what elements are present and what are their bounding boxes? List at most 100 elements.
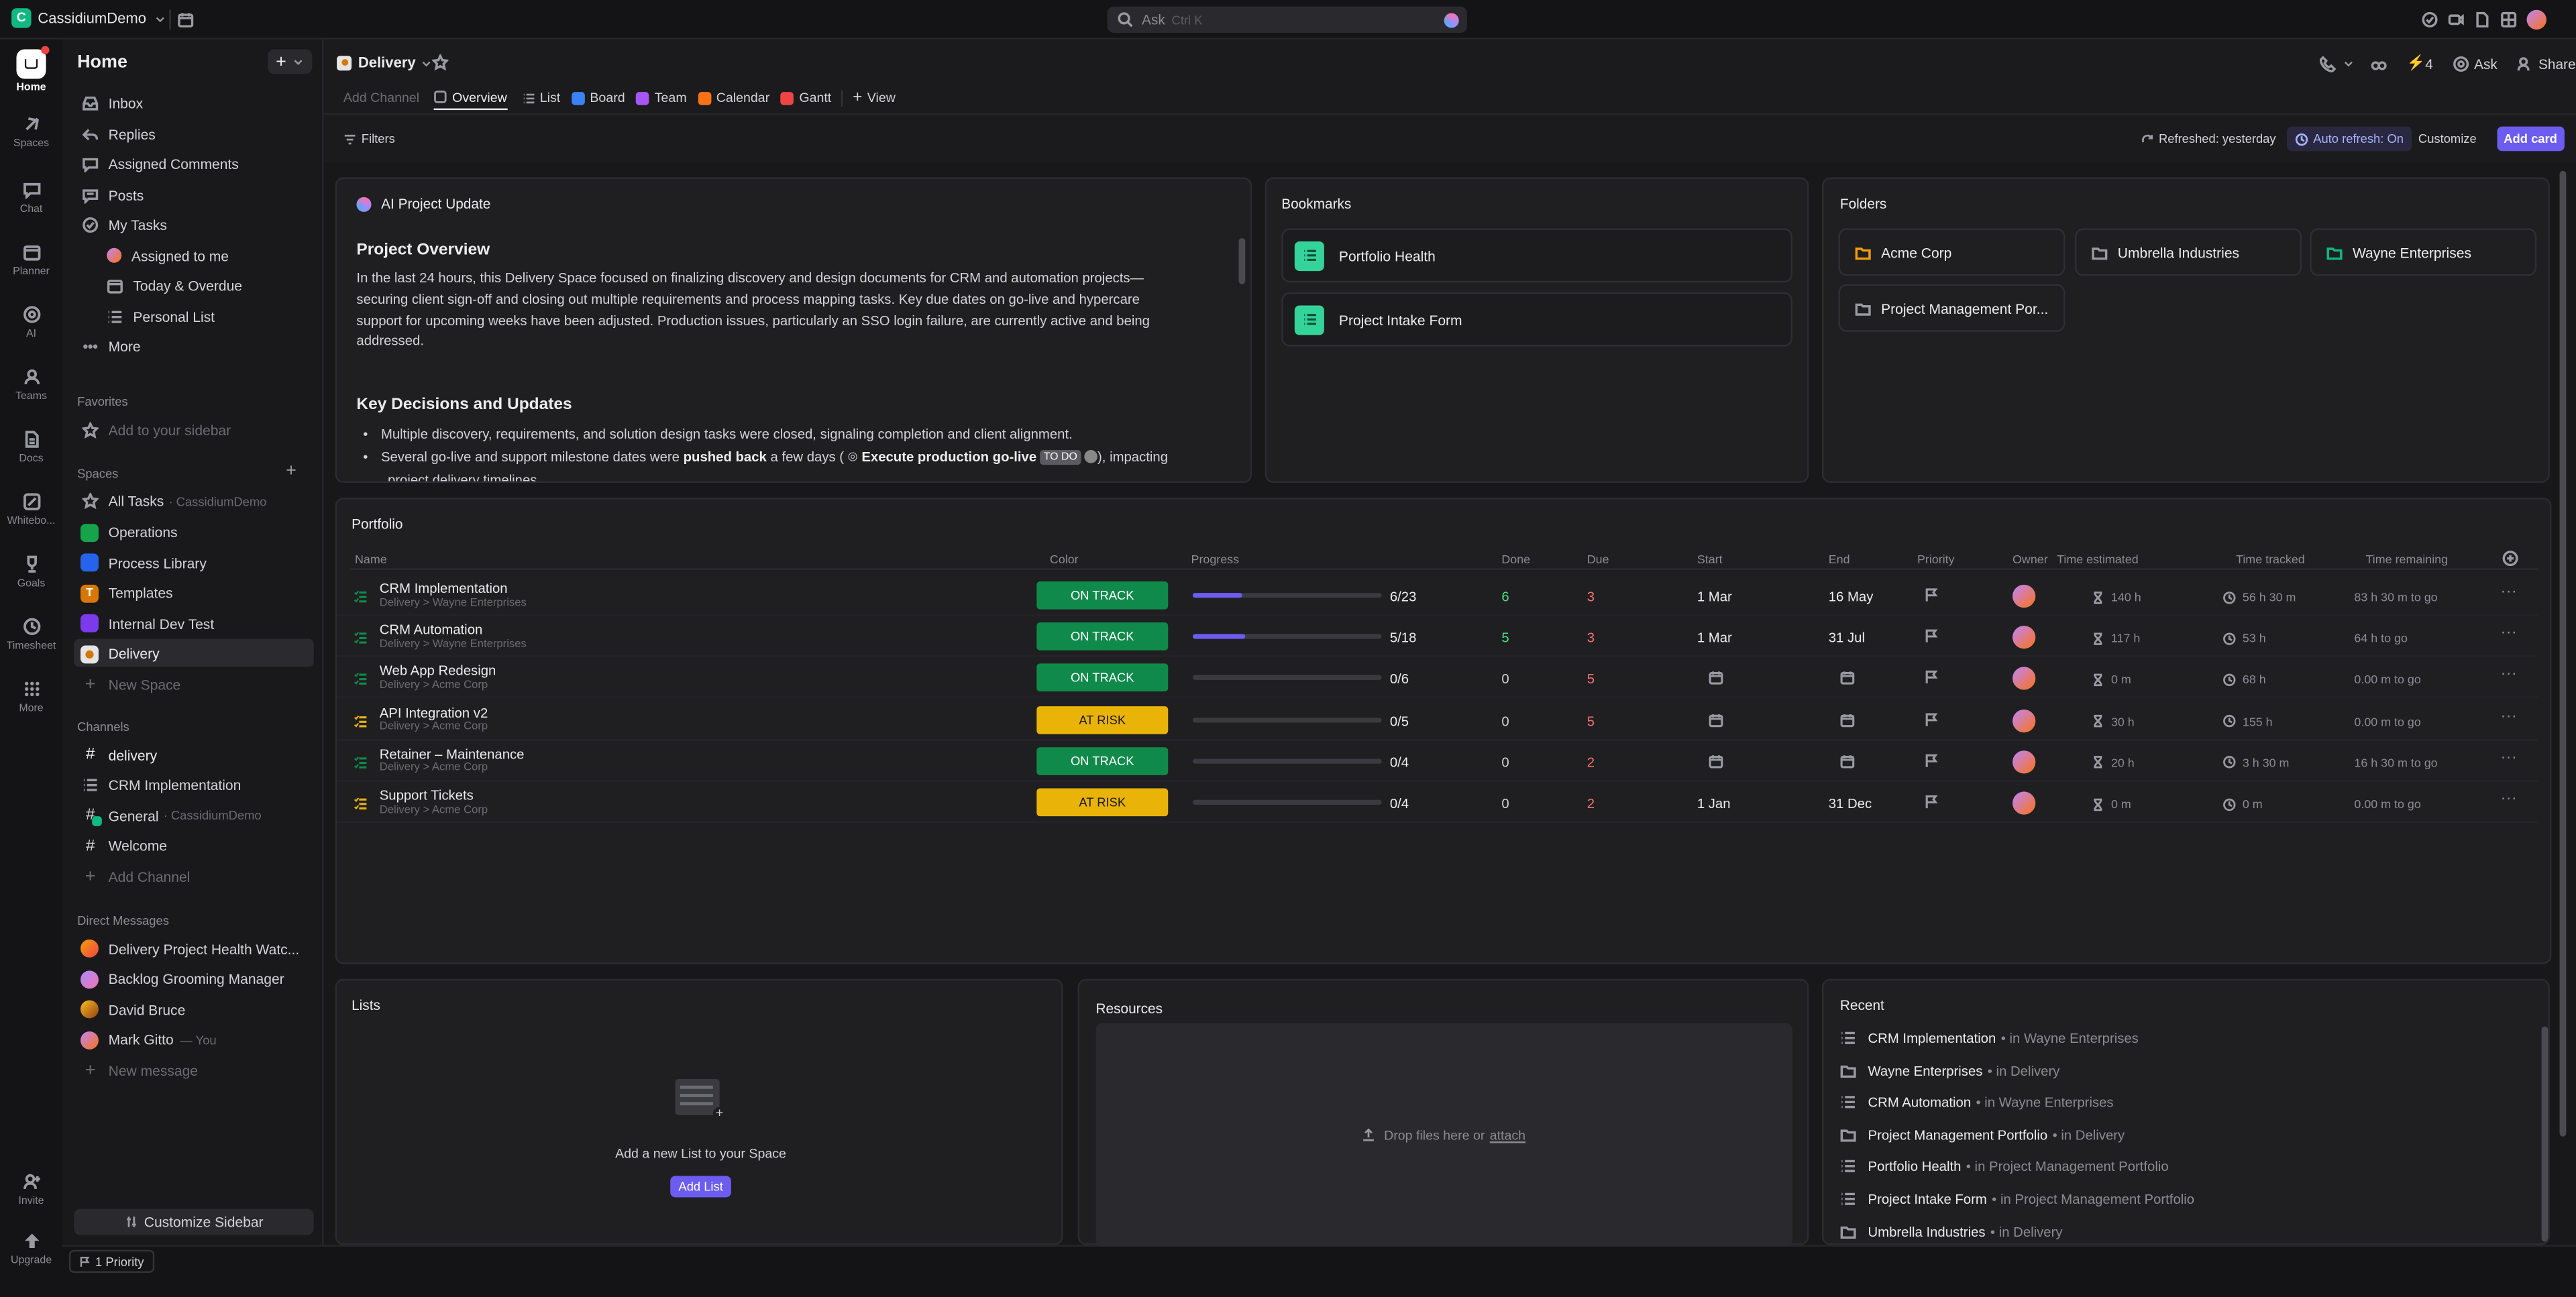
- folder-item[interactable]: Acme Corp: [1838, 228, 2065, 276]
- channel-delivery[interactable]: # delivery: [82, 742, 157, 768]
- time-estimated[interactable]: 117 h: [2092, 631, 2140, 646]
- folder-item[interactable]: Wayne Enterprises: [2310, 228, 2537, 276]
- time-tracked[interactable]: 155 h: [2222, 714, 2273, 728]
- sidebar-item-assigned-to-me[interactable]: Assigned to me: [107, 242, 229, 268]
- owner-avatar[interactable]: [2012, 791, 2036, 815]
- ask-button[interactable]: Ask: [2453, 55, 2498, 72]
- time-estimated[interactable]: 0 m: [2092, 797, 2131, 811]
- space-breadcrumb[interactable]: Delivery: [337, 54, 432, 70]
- doc-icon[interactable]: [2474, 11, 2490, 27]
- recent-item[interactable]: Project Management Portfolio • in Deliver…: [1840, 1123, 2125, 1146]
- sidebar-item-more[interactable]: More: [82, 333, 141, 359]
- customize-button[interactable]: Customize: [2418, 131, 2477, 146]
- time-estimated[interactable]: 0 m: [2092, 673, 2131, 687]
- refresh-status[interactable]: Refreshed: yesterday: [2141, 128, 2276, 150]
- start-date[interactable]: 1 Mar: [1697, 629, 1732, 645]
- add-space-button[interactable]: +: [286, 461, 297, 481]
- start-date[interactable]: [1697, 712, 1723, 730]
- recent-item[interactable]: Umbrella Industries • in Delivery: [1840, 1220, 2063, 1243]
- table-row[interactable]: CRM Automation Delivery > Wayne Enterpri…: [337, 618, 2538, 658]
- recent-scrollbar[interactable]: [2541, 1026, 2548, 1242]
- space-internal-dev-test[interactable]: Internal Dev Test: [80, 610, 214, 636]
- ai-brain-icon[interactable]: [1444, 12, 1459, 27]
- start-date[interactable]: [1697, 671, 1723, 689]
- sidebar-item-posts[interactable]: Posts: [82, 182, 144, 208]
- col-header-time-tracked[interactable]: Time tracked: [2236, 552, 2305, 567]
- time-tracked[interactable]: 53 h: [2222, 631, 2266, 646]
- add-column-icon[interactable]: [2502, 550, 2518, 567]
- col-header-owner[interactable]: Owner: [2012, 552, 2048, 567]
- star-icon[interactable]: [432, 54, 449, 71]
- call-icon[interactable]: [2319, 55, 2337, 72]
- status-badge[interactable]: AT RISK: [1036, 788, 1169, 817]
- calendar-icon[interactable]: [177, 11, 194, 27]
- owner-avatar[interactable]: [2012, 626, 2036, 649]
- tab-overview[interactable]: Overview: [434, 85, 507, 111]
- attach-link[interactable]: attach: [1490, 1127, 1525, 1142]
- rail-whiteboards[interactable]: Whitebo...: [0, 493, 62, 527]
- time-estimated[interactable]: 30 h: [2092, 714, 2135, 728]
- dm-item[interactable]: Backlog Grooming Manager: [80, 966, 284, 992]
- space-operations[interactable]: Operations: [80, 519, 178, 545]
- glasses-icon[interactable]: [2371, 55, 2387, 71]
- flag-icon[interactable]: [1924, 712, 1939, 727]
- rail-more[interactable]: More: [0, 680, 62, 714]
- main-scrollbar[interactable]: [2559, 170, 2567, 1137]
- folder-item[interactable]: Umbrella Industries: [2075, 228, 2302, 276]
- row-name[interactable]: CRM Implementation: [380, 579, 508, 596]
- time-tracked[interactable]: 0 m: [2222, 797, 2263, 811]
- time-tracked[interactable]: 3 h 30 m: [2222, 755, 2289, 770]
- add-to-sidebar[interactable]: Add to your sidebar: [82, 417, 231, 443]
- create-new-button[interactable]: +: [268, 49, 313, 74]
- automations-counter[interactable]: ⚡ 4: [2407, 54, 2433, 72]
- table-row[interactable]: Retainer – Maintenance Delivery > Acme C…: [337, 742, 2538, 782]
- recent-item[interactable]: CRM Implementation • in Wayne Enterprises: [1840, 1027, 2139, 1050]
- grid-icon[interactable]: [2500, 11, 2517, 27]
- row-more-icon[interactable]: ···: [2500, 666, 2516, 684]
- space-templates[interactable]: T Templates: [80, 579, 173, 606]
- start-date[interactable]: 1 Jan: [1697, 795, 1731, 811]
- status-badge[interactable]: ON TRACK: [1036, 664, 1169, 692]
- space-delivery[interactable]: Delivery: [80, 640, 160, 667]
- user-avatar[interactable]: [2526, 9, 2546, 30]
- filters-button[interactable]: Filters: [337, 128, 402, 150]
- col-header-priority[interactable]: Priority: [1917, 552, 1955, 567]
- flag-icon[interactable]: [1924, 795, 1939, 809]
- recent-item[interactable]: Wayne Enterprises • in Delivery: [1840, 1059, 2059, 1082]
- end-date[interactable]: [1829, 712, 1855, 730]
- rail-timesheet[interactable]: Timesheet: [0, 618, 62, 652]
- col-header-due[interactable]: Due: [1587, 552, 1609, 567]
- sidebar-item-replies[interactable]: Replies: [82, 121, 156, 147]
- dm-item[interactable]: Delivery Project Health Watc...: [80, 936, 299, 962]
- recent-item[interactable]: Project Intake Form • in Project Manageme…: [1840, 1188, 2194, 1210]
- new-message-button[interactable]: + New message: [82, 1057, 198, 1083]
- bookmark-item[interactable]: Portfolio Health: [1281, 228, 1792, 283]
- row-name[interactable]: Web App Redesign: [380, 663, 496, 679]
- new-space-button[interactable]: + New Space: [82, 671, 180, 697]
- add-list-button[interactable]: Add List: [670, 1176, 732, 1198]
- video-icon[interactable]: [2448, 11, 2464, 27]
- col-header-time-estimated[interactable]: Time estimated: [2057, 552, 2138, 567]
- customize-sidebar-button[interactable]: Customize Sidebar: [74, 1208, 314, 1235]
- workspace-switcher[interactable]: C CassidiumDemo: [11, 8, 166, 28]
- rail-upgrade[interactable]: Upgrade: [0, 1232, 62, 1266]
- rail-teams[interactable]: Teams: [0, 368, 62, 402]
- recent-item[interactable]: Portfolio Health • in Project Management …: [1840, 1155, 2169, 1178]
- col-header-start[interactable]: Start: [1697, 552, 1723, 567]
- channel-crm-implementation[interactable]: CRM Implementation: [82, 772, 241, 798]
- time-estimated[interactable]: 20 h: [2092, 755, 2135, 770]
- rail-invite[interactable]: Invite: [0, 1173, 62, 1207]
- file-dropzone[interactable]: Drop files here or attach: [1095, 1023, 1792, 1247]
- space-process-library[interactable]: Process Library: [80, 549, 207, 575]
- status-badge[interactable]: ON TRACK: [1036, 622, 1169, 651]
- row-name[interactable]: Retainer – Maintenance: [380, 745, 525, 761]
- status-badge[interactable]: ON TRACK: [1036, 581, 1169, 610]
- sidebar-item-my-tasks[interactable]: My Tasks: [82, 212, 167, 238]
- col-header-progress[interactable]: Progress: [1191, 552, 1240, 567]
- rail-chat[interactable]: Chat: [0, 180, 62, 215]
- col-header-time-remaining[interactable]: Time remaining: [2366, 552, 2448, 567]
- row-name[interactable]: CRM Automation: [380, 621, 483, 637]
- status-badge[interactable]: ON TRACK: [1036, 746, 1169, 775]
- row-more-icon[interactable]: ···: [2500, 624, 2516, 642]
- rail-home[interactable]: Home: [10, 46, 53, 102]
